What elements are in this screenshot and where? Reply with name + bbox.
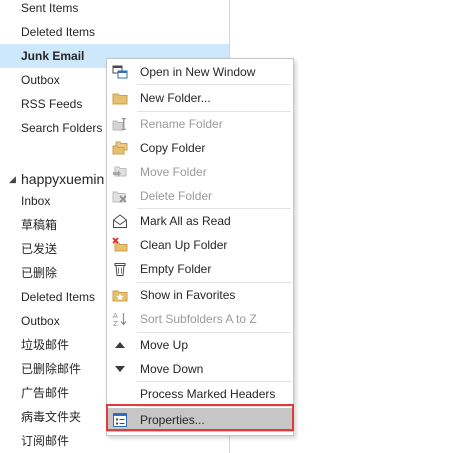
menu-separator — [137, 406, 291, 407]
move-folder-icon — [112, 164, 128, 180]
rename-folder-icon — [112, 116, 128, 132]
folder-label: Junk Email — [21, 49, 85, 63]
menu-delete-folder[interactable]: Delete Folder — [107, 184, 293, 208]
folder-sent-items[interactable]: Sent Items — [0, 0, 229, 20]
menu-move-folder[interactable]: Move Folder — [107, 160, 293, 184]
mark-all-read-icon — [112, 213, 128, 229]
menu-new-folder[interactable]: New Folder... — [107, 86, 293, 110]
move-down-icon — [112, 361, 128, 377]
new-folder-icon — [112, 90, 128, 106]
properties-icon — [112, 412, 128, 428]
folder-label: RSS Feeds — [21, 97, 83, 111]
menu-item-label: Open in New Window — [140, 65, 256, 79]
open-new-window-icon — [112, 64, 128, 80]
menu-move-up[interactable]: Move Up — [107, 333, 293, 357]
folder-label: Sent Items — [21, 1, 79, 15]
menu-item-label: Process Marked Headers — [140, 387, 276, 401]
folder-label: 垃圾邮件 — [21, 338, 70, 352]
menu-open-in-new-window[interactable]: Open in New Window — [107, 60, 293, 84]
folder-label: Inbox — [21, 194, 51, 208]
menu-item-label: Show in Favorites — [140, 288, 236, 302]
folder-label: Outbox — [21, 314, 60, 328]
folder-label: Outbox — [21, 73, 60, 87]
folder-label: 订阅邮件 — [21, 434, 70, 448]
menu-sort-subfolders[interactable]: AZ Sort Subfolders A to Z — [107, 307, 293, 331]
menu-item-label: Copy Folder — [140, 141, 206, 155]
move-up-icon — [112, 337, 128, 353]
copy-folder-icon — [112, 140, 128, 156]
menu-clean-up-folder[interactable]: Clean Up Folder — [107, 233, 293, 257]
folder-label: Deleted Items — [21, 25, 96, 39]
folder-label: 已删除邮件 — [21, 362, 82, 376]
menu-item-label: Move Up — [140, 338, 189, 352]
menu-rename-folder[interactable]: Rename Folder — [107, 112, 293, 136]
clean-up-folder-icon — [112, 237, 128, 253]
menu-item-label: Clean Up Folder — [140, 238, 228, 252]
menu-item-label: Mark All as Read — [140, 214, 231, 228]
menu-item-label: Delete Folder — [140, 189, 213, 203]
menu-copy-folder[interactable]: Copy Folder — [107, 136, 293, 160]
menu-item-label: Sort Subfolders A to Z — [140, 312, 257, 326]
folder-context-menu: Open in New Window New Folder... Rename … — [106, 58, 294, 436]
folder-label: 病毒文件夹 — [21, 410, 82, 424]
svg-text:A: A — [113, 312, 118, 320]
menu-item-label: Move Down — [140, 362, 204, 376]
folder-label: 草稿箱 — [21, 218, 58, 232]
sort-az-icon: AZ — [112, 311, 128, 328]
menu-item-label: Move Folder — [140, 165, 207, 179]
folder-label: 已发送 — [21, 242, 58, 256]
folder-label: 广告邮件 — [21, 386, 70, 400]
folder-label: 已删除 — [21, 266, 58, 280]
delete-folder-icon — [112, 188, 128, 204]
menu-properties[interactable]: Properties... — [107, 408, 293, 432]
menu-item-label: Rename Folder — [140, 117, 223, 131]
menu-move-down[interactable]: Move Down — [107, 357, 293, 381]
menu-show-in-favorites[interactable]: Show in Favorites — [107, 283, 293, 307]
menu-item-label: Empty Folder — [140, 262, 212, 276]
favorites-folder-icon — [112, 287, 128, 303]
svg-text:Z: Z — [113, 320, 118, 327]
menu-mark-all-as-read[interactable]: Mark All as Read — [107, 209, 293, 233]
menu-item-label: Properties... — [140, 413, 205, 427]
menu-item-label: New Folder... — [140, 91, 211, 105]
menu-separator — [137, 84, 291, 85]
folder-label: Deleted Items — [21, 290, 96, 304]
menu-empty-folder[interactable]: Empty Folder — [107, 257, 293, 281]
empty-folder-icon — [112, 261, 128, 277]
folder-deleted-items[interactable]: Deleted Items — [0, 20, 229, 44]
menu-process-marked-headers[interactable]: Process Marked Headers — [107, 382, 293, 406]
folder-label: Search Folders — [21, 121, 103, 135]
